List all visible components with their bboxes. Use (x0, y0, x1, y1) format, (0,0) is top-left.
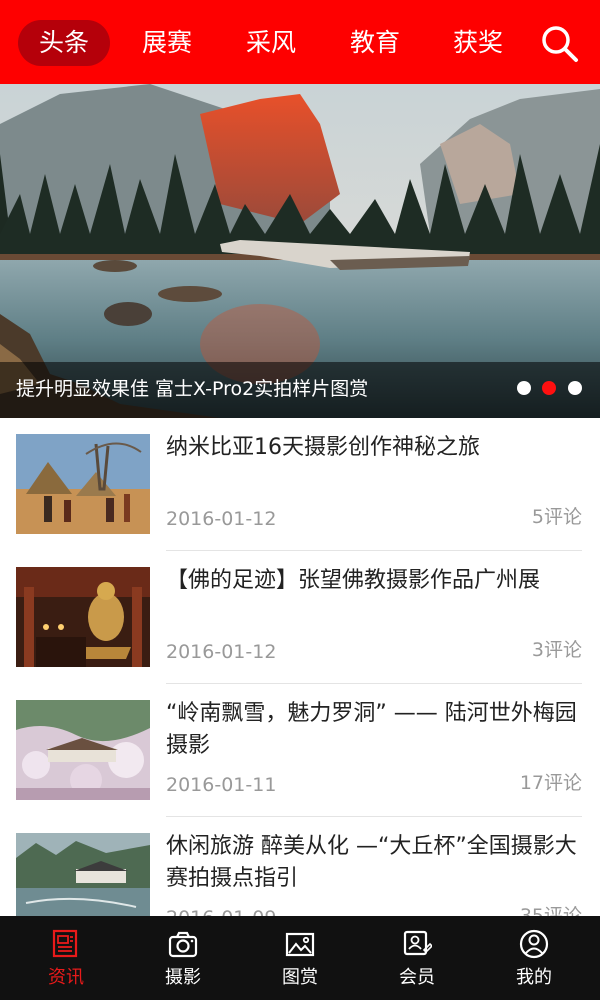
carousel-dot-1[interactable] (517, 381, 531, 395)
carousel-dot-3[interactable] (568, 381, 582, 395)
bottom-nav-bar: 资讯 摄影 图赏 会员 我的 (0, 916, 600, 1000)
tab-headlines[interactable]: 头条 (18, 20, 110, 66)
user-icon (519, 929, 549, 959)
news-date: 2016-01-09 (166, 905, 276, 916)
camera-icon (168, 931, 198, 958)
banner-caption[interactable]: 提升明显效果佳 富士X-Pro2实拍样片图赏 (16, 374, 368, 404)
news-thumbnail (16, 434, 150, 534)
news-title[interactable]: 【佛的足迹】张望佛教摄影作品广州展 (166, 565, 586, 597)
news-icon (52, 929, 78, 958)
tab-awards[interactable]: 获奖 (432, 20, 524, 66)
news-item[interactable]: 【佛的足迹】张望佛教摄影作品广州展 2016-01-12 3评论 (0, 551, 600, 684)
tab-exhibitions[interactable]: 展赛 (121, 20, 213, 66)
search-button[interactable] (538, 22, 582, 66)
picture-icon (285, 932, 315, 957)
bottom-tab-profile[interactable]: 我的 (474, 916, 594, 1000)
bottom-tab-label: 会员 (399, 967, 435, 988)
news-comment-count[interactable]: 35评论 (520, 903, 582, 916)
news-item[interactable]: “岭南飘雪，魅力罗洞” —— 陆河世外梅园摄影 2016-01-11 17评论 (0, 684, 600, 817)
news-title[interactable]: “岭南飘雪，魅力罗洞” —— 陆河世外梅园摄影 (166, 698, 586, 762)
news-date: 2016-01-11 (166, 774, 277, 796)
news-thumbnail (16, 833, 150, 916)
news-date: 2016-01-12 (166, 508, 277, 530)
tab-field-trips[interactable]: 采风 (225, 20, 317, 66)
member-card-icon (403, 930, 432, 956)
bottom-tab-membership[interactable]: 会员 (357, 916, 477, 1000)
bottom-tab-label: 摄影 (165, 967, 201, 988)
search-icon (542, 26, 578, 62)
bottom-tab-photography[interactable]: 摄影 (123, 916, 243, 1000)
news-item[interactable]: 休闲旅游 醉美从化 —“大丘杯”全国摄影大赛拍摄点指引 2016-01-09 3… (0, 817, 600, 916)
news-date: 2016-01-12 (166, 641, 277, 663)
bottom-tab-gallery[interactable]: 图赏 (240, 916, 360, 1000)
news-item[interactable]: 纳米比亚16天摄影创作神秘之旅 2016-01-12 5评论 (0, 418, 600, 551)
news-thumbnail (16, 567, 150, 667)
news-comment-count[interactable]: 3评论 (532, 637, 582, 663)
bottom-tab-news[interactable]: 资讯 (6, 916, 126, 1000)
news-thumbnail (16, 700, 150, 800)
bottom-tab-label: 我的 (516, 967, 552, 988)
top-nav-bar: 头条 展赛 采风 教育 获奖 (0, 0, 600, 84)
bottom-tab-label: 资讯 (48, 967, 84, 988)
news-list: 纳米比亚16天摄影创作神秘之旅 2016-01-12 5评论 【佛的足迹】张望佛… (0, 418, 600, 916)
tab-education[interactable]: 教育 (329, 20, 421, 66)
news-comment-count[interactable]: 5评论 (532, 504, 582, 530)
news-comment-count[interactable]: 17评论 (520, 770, 582, 796)
news-title[interactable]: 休闲旅游 醉美从化 —“大丘杯”全国摄影大赛拍摄点指引 (166, 831, 586, 895)
bottom-tab-label: 图赏 (282, 967, 318, 988)
carousel-dot-2[interactable] (542, 381, 556, 395)
news-title[interactable]: 纳米比亚16天摄影创作神秘之旅 (166, 432, 586, 464)
